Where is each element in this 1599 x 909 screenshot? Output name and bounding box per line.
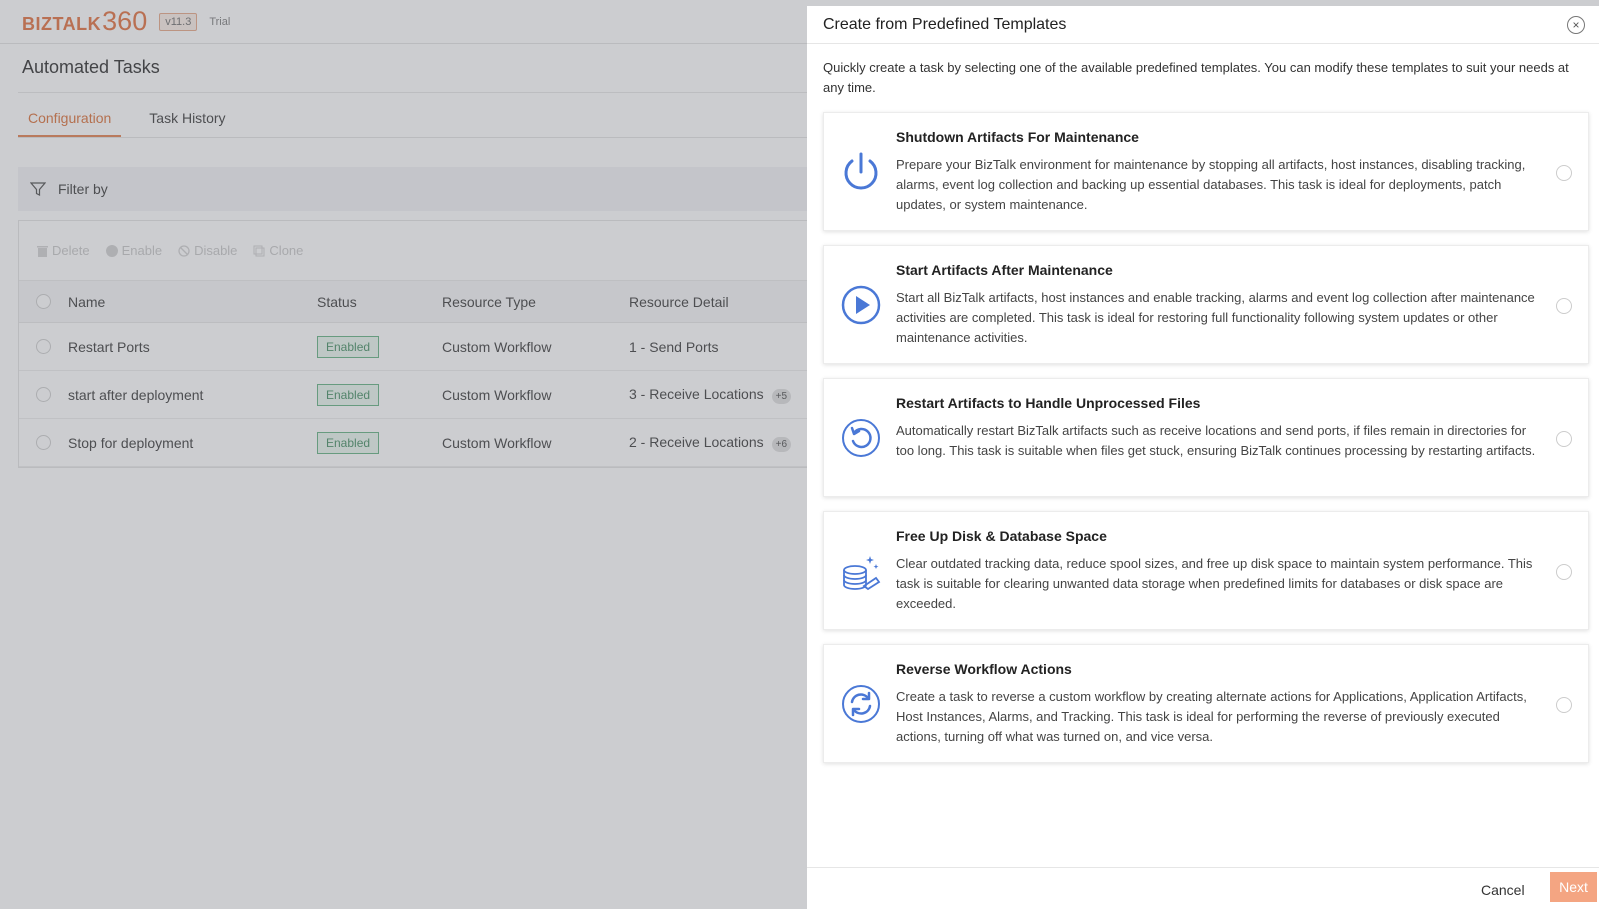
template-title: Shutdown Artifacts For Maintenance (896, 129, 1139, 145)
template-title: Start Artifacts After Maintenance (896, 262, 1113, 278)
close-button[interactable]: × (1567, 16, 1585, 34)
template-description: Clear outdated tracking data, reduce spo… (896, 556, 1533, 611)
template-radio[interactable] (1556, 564, 1572, 580)
restart-icon (842, 419, 880, 457)
template-title: Restart Artifacts to Handle Unprocessed … (896, 395, 1201, 411)
panel-header: Create from Predefined Templates (807, 6, 1599, 44)
template-description: Prepare your BizTalk environment for mai… (896, 157, 1526, 212)
template-description: Create a task to reverse a custom workfl… (896, 689, 1527, 744)
next-button[interactable]: Next (1550, 872, 1597, 902)
template-title: Reverse Workflow Actions (896, 661, 1072, 677)
power-icon (844, 152, 878, 190)
template-radio[interactable] (1556, 697, 1572, 713)
panel-intro: Quickly create a task by selecting one o… (823, 60, 1569, 95)
template-radio[interactable] (1556, 431, 1572, 447)
template-description: Automatically restart BizTalk artifacts … (896, 423, 1536, 458)
panel-title: Create from Predefined Templates (823, 15, 1067, 33)
panel-footer: Cancel Next (807, 867, 1599, 909)
template-radio[interactable] (1556, 298, 1572, 314)
cancel-button[interactable]: Cancel (1481, 882, 1525, 898)
template-radio[interactable] (1556, 165, 1572, 181)
template-card[interactable]: Reverse Workflow Actions Create a task t… (823, 644, 1589, 763)
reverse-icon (842, 685, 880, 723)
template-card[interactable]: Free Up Disk & Database Space Clear outd… (823, 511, 1589, 630)
template-card[interactable]: Start Artifacts After Maintenance Start … (823, 245, 1589, 364)
predefined-templates-panel: Create from Predefined Templates × Quick… (807, 6, 1599, 909)
template-description: Start all BizTalk artifacts, host instan… (896, 290, 1535, 345)
template-title: Free Up Disk & Database Space (896, 528, 1107, 544)
play-icon (841, 285, 881, 325)
template-card[interactable]: Shutdown Artifacts For Maintenance Prepa… (823, 112, 1589, 231)
template-card[interactable]: Restart Artifacts to Handle Unprocessed … (823, 378, 1589, 497)
database-cleanup-icon (843, 556, 881, 591)
close-icon: × (1572, 18, 1580, 32)
